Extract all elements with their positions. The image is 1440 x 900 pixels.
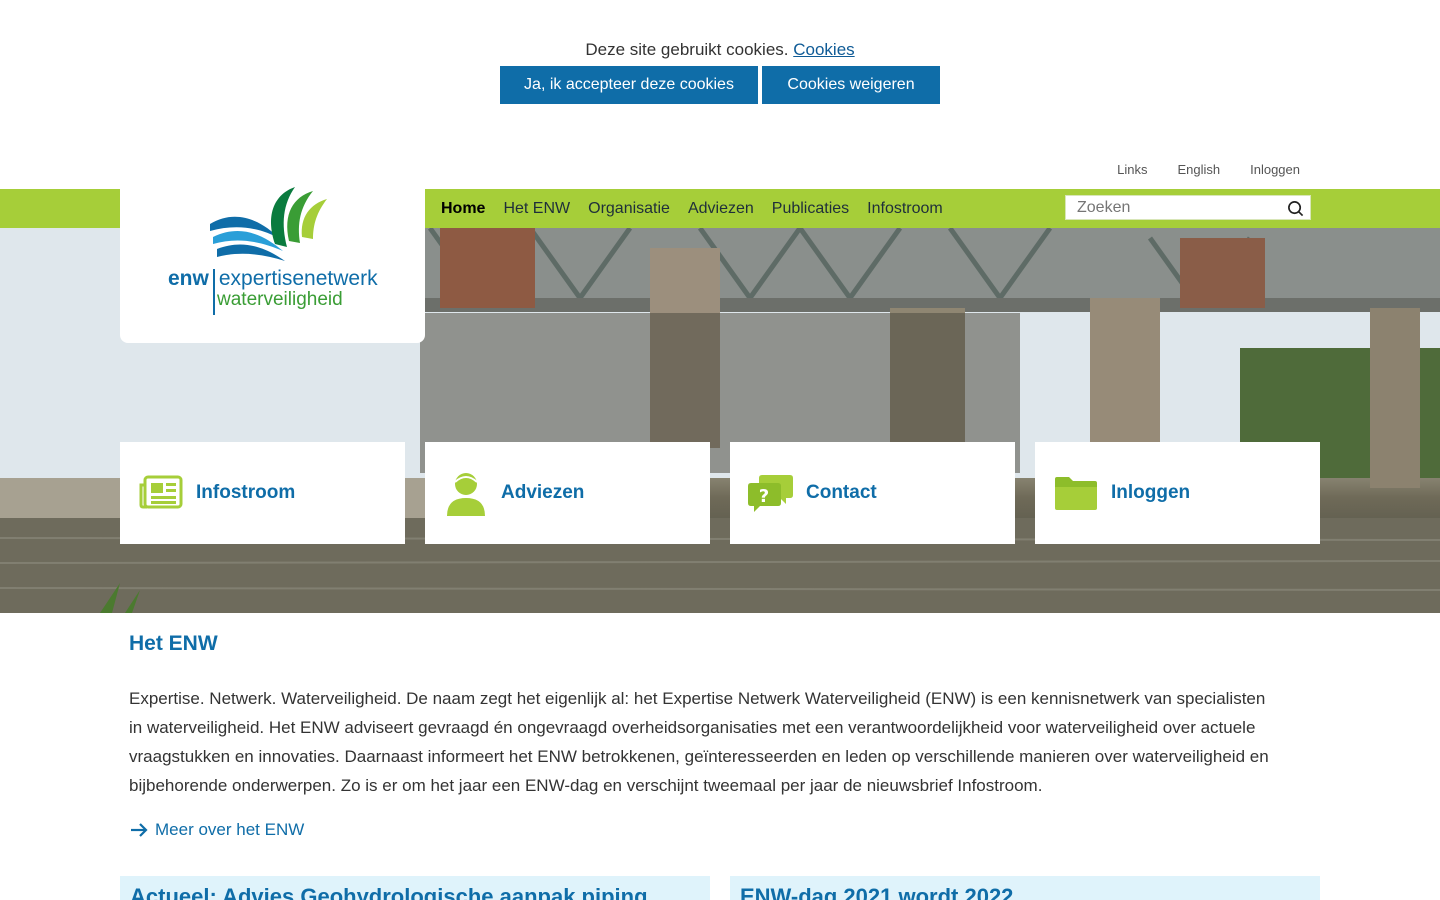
logo-line1: expertisenetwerk: [218, 267, 378, 290]
site-logo[interactable]: enw expertisenetwerk waterveiligheid: [120, 187, 425, 343]
intro-section: Het ENW Expertise. Netwerk. Waterveiligh…: [129, 632, 1279, 800]
news-card[interactable]: ENW-dag 2021 wordt 2022: [730, 876, 1320, 900]
tile-label: Contact: [806, 482, 877, 503]
svg-text:?: ?: [759, 486, 769, 507]
util-link-login[interactable]: Inloggen: [1250, 162, 1300, 177]
arrow-right-icon: [131, 823, 148, 837]
nav-item-publicaties[interactable]: Publicaties: [772, 200, 849, 218]
refuse-cookies-button[interactable]: Cookies weigeren: [762, 66, 940, 104]
cookie-banner: Deze site gebruikt cookies. Cookies Ja, …: [0, 0, 1440, 150]
search-icon[interactable]: [1287, 200, 1304, 217]
nav-item-het-enw[interactable]: Het ENW: [503, 200, 570, 218]
person-icon: [443, 470, 489, 516]
util-link-links[interactable]: Links: [1117, 162, 1147, 177]
cookie-text: Deze site gebruikt cookies.: [585, 40, 789, 59]
section-title: Het ENW: [129, 632, 218, 655]
more-about-enw-link[interactable]: Meer over het ENW: [129, 820, 304, 840]
tile-adviezen[interactable]: Adviezen: [425, 442, 710, 544]
utility-nav: Links English Inloggen: [1117, 162, 1300, 177]
tile-infostroom[interactable]: Infostroom: [120, 442, 405, 544]
nav-item-organisatie[interactable]: Organisatie: [588, 200, 670, 218]
folder-icon: [1053, 470, 1099, 516]
more-link-label: Meer over het ENW: [155, 820, 305, 839]
tile-contact[interactable]: ? Contact: [730, 442, 1015, 544]
intro-text: Expertise. Netwerk. Waterveiligheid. De …: [129, 689, 1269, 795]
tile-label: Inloggen: [1111, 482, 1191, 503]
util-link-english[interactable]: English: [1177, 162, 1220, 177]
cookie-message: Deze site gebruikt cookies. Cookies: [0, 40, 1440, 60]
newspaper-icon: [138, 470, 184, 516]
logo-wave-icon: [210, 187, 327, 261]
tile-inloggen[interactable]: Inloggen: [1035, 442, 1320, 544]
cookies-link[interactable]: Cookies: [793, 40, 854, 59]
nav-item-adviezen[interactable]: Adviezen: [688, 200, 754, 218]
main-menu: Home Het ENW Organisatie Adviezen Public…: [441, 189, 943, 228]
nav-item-home[interactable]: Home: [441, 200, 485, 218]
tile-label: Adviezen: [501, 482, 585, 503]
chat-question-icon: ?: [748, 470, 794, 516]
accept-cookies-button[interactable]: Ja, ik accepteer deze cookies: [500, 66, 758, 104]
news-card-title[interactable]: ENW-dag 2021 wordt 2022: [740, 884, 1310, 900]
logo-line2: waterveiligheid: [217, 289, 343, 310]
search-box: [1065, 195, 1311, 220]
tile-label: Infostroom: [196, 482, 296, 503]
logo-abbr: enw: [168, 267, 209, 290]
news-card[interactable]: Actueel: Advies Geohydrologische aanpak …: [120, 876, 710, 900]
nav-item-infostroom[interactable]: Infostroom: [867, 200, 943, 218]
news-card-title[interactable]: Actueel: Advies Geohydrologische aanpak …: [130, 884, 700, 900]
search-input[interactable]: [1066, 196, 1276, 219]
